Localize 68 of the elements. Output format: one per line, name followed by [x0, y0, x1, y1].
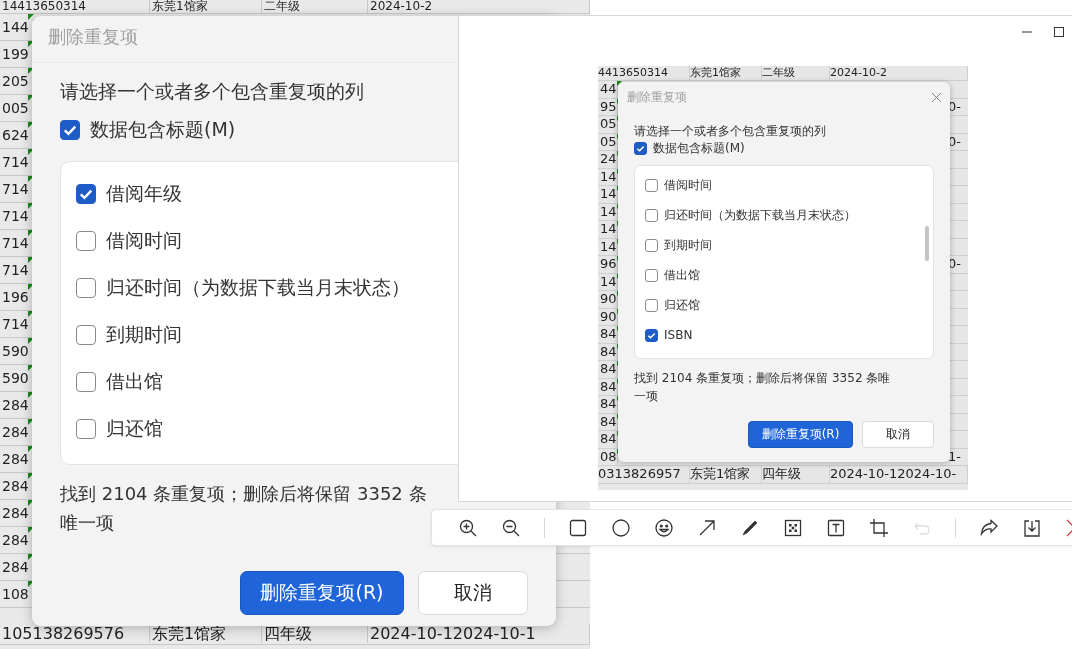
comment-marker-icon	[28, 338, 34, 344]
comment-marker-icon	[28, 14, 34, 20]
close-icon[interactable]	[931, 91, 942, 103]
comment-marker-icon	[28, 581, 34, 587]
comment-marker-icon	[28, 365, 34, 371]
comment-marker-icon	[28, 149, 34, 155]
summary-text: 找到 2104 条重复项；删除后将保留 3352 条唯一项	[634, 370, 892, 405]
crop-icon[interactable]	[869, 517, 889, 538]
zoom-out-icon[interactable]	[501, 517, 521, 538]
remove-duplicates-button[interactable]: 删除重复项(R)	[748, 421, 853, 448]
table-cell: 东莞1馆家	[690, 66, 762, 80]
column-checkbox[interactable]: 借阅时间	[645, 170, 923, 200]
header-checkbox[interactable]: 数据包含标题(M)	[60, 115, 236, 145]
circle-tool-icon[interactable]	[611, 517, 631, 538]
comment-marker-icon	[28, 122, 34, 128]
download-icon[interactable]	[1022, 517, 1042, 538]
table-cell: 东莞1馆家	[690, 466, 762, 483]
comment-marker-icon	[28, 68, 34, 74]
table-cell: 二年级	[762, 66, 830, 80]
table-cell: 4413650314	[598, 66, 690, 80]
column-checkbox[interactable]: 到期时间	[645, 230, 923, 260]
comment-marker-icon	[28, 419, 34, 425]
table-cell: 四年级	[762, 466, 830, 483]
table-cell-text: 1-	[948, 448, 962, 465]
dialog-title: 删除重复项	[627, 88, 687, 106]
comment-marker-icon	[28, 446, 34, 452]
text-tool-icon[interactable]	[826, 517, 846, 538]
comment-marker-icon	[28, 95, 34, 101]
comment-marker-icon	[28, 41, 34, 47]
column-checkbox[interactable]: 归还时间（为数据下载当月末状态）	[645, 200, 923, 230]
comment-marker-icon	[28, 392, 34, 398]
comment-marker-icon	[28, 527, 34, 533]
comment-marker-icon	[28, 257, 34, 263]
summary-text: 找到 2104 条重复项；删除后将保留 3352 条唯一项	[60, 482, 428, 535]
column-checkbox[interactable]: ISBN	[645, 320, 923, 350]
rectangle-tool-icon[interactable]	[568, 517, 588, 538]
comment-marker-icon	[28, 203, 34, 209]
prompt-text: 请选择一个或者多个包含重复项的列	[634, 123, 827, 140]
comment-marker-icon	[28, 554, 34, 560]
scrollbar[interactable]	[925, 226, 929, 261]
table-cell: 14413650314	[0, 0, 150, 13]
column-checkbox[interactable]: 借出馆	[645, 260, 923, 290]
column-checkbox[interactable]: 归还馆	[645, 290, 923, 320]
maximize-icon[interactable]	[1053, 26, 1065, 38]
comment-marker-icon	[28, 284, 34, 290]
table-cell: 东莞1馆家	[150, 0, 262, 13]
arrow-tool-icon[interactable]	[697, 517, 717, 538]
comment-marker-icon	[28, 230, 34, 236]
comment-marker-icon	[28, 311, 34, 317]
table-cell: 0313826957	[598, 466, 690, 483]
header-checkbox[interactable]: 数据包含标题(M)	[634, 140, 934, 157]
zoom-in-icon[interactable]	[458, 517, 478, 538]
smiley-icon[interactable]	[654, 517, 674, 538]
checkmark-icon	[635, 143, 646, 154]
table-cell: 2024-10-12024-10-	[830, 466, 968, 483]
share-icon[interactable]	[979, 517, 999, 538]
table-cell: 2024-10-2	[368, 0, 590, 13]
remove-duplicates-button[interactable]: 删除重复项(R)	[240, 571, 404, 615]
table-cell: 2024-10-2	[830, 66, 968, 80]
cancel-button[interactable]: 取消	[862, 421, 934, 448]
comment-marker-icon	[28, 473, 34, 479]
comment-marker-icon	[617, 81, 622, 86]
prompt-text: 请选择一个或者多个包含重复项的列	[60, 79, 365, 104]
table-cell: 二年级	[262, 0, 368, 13]
comment-marker-icon	[28, 500, 34, 506]
cancel-button[interactable]: 取消	[418, 571, 528, 615]
comment-marker-icon	[28, 176, 34, 182]
mosaic-icon[interactable]	[783, 517, 803, 538]
